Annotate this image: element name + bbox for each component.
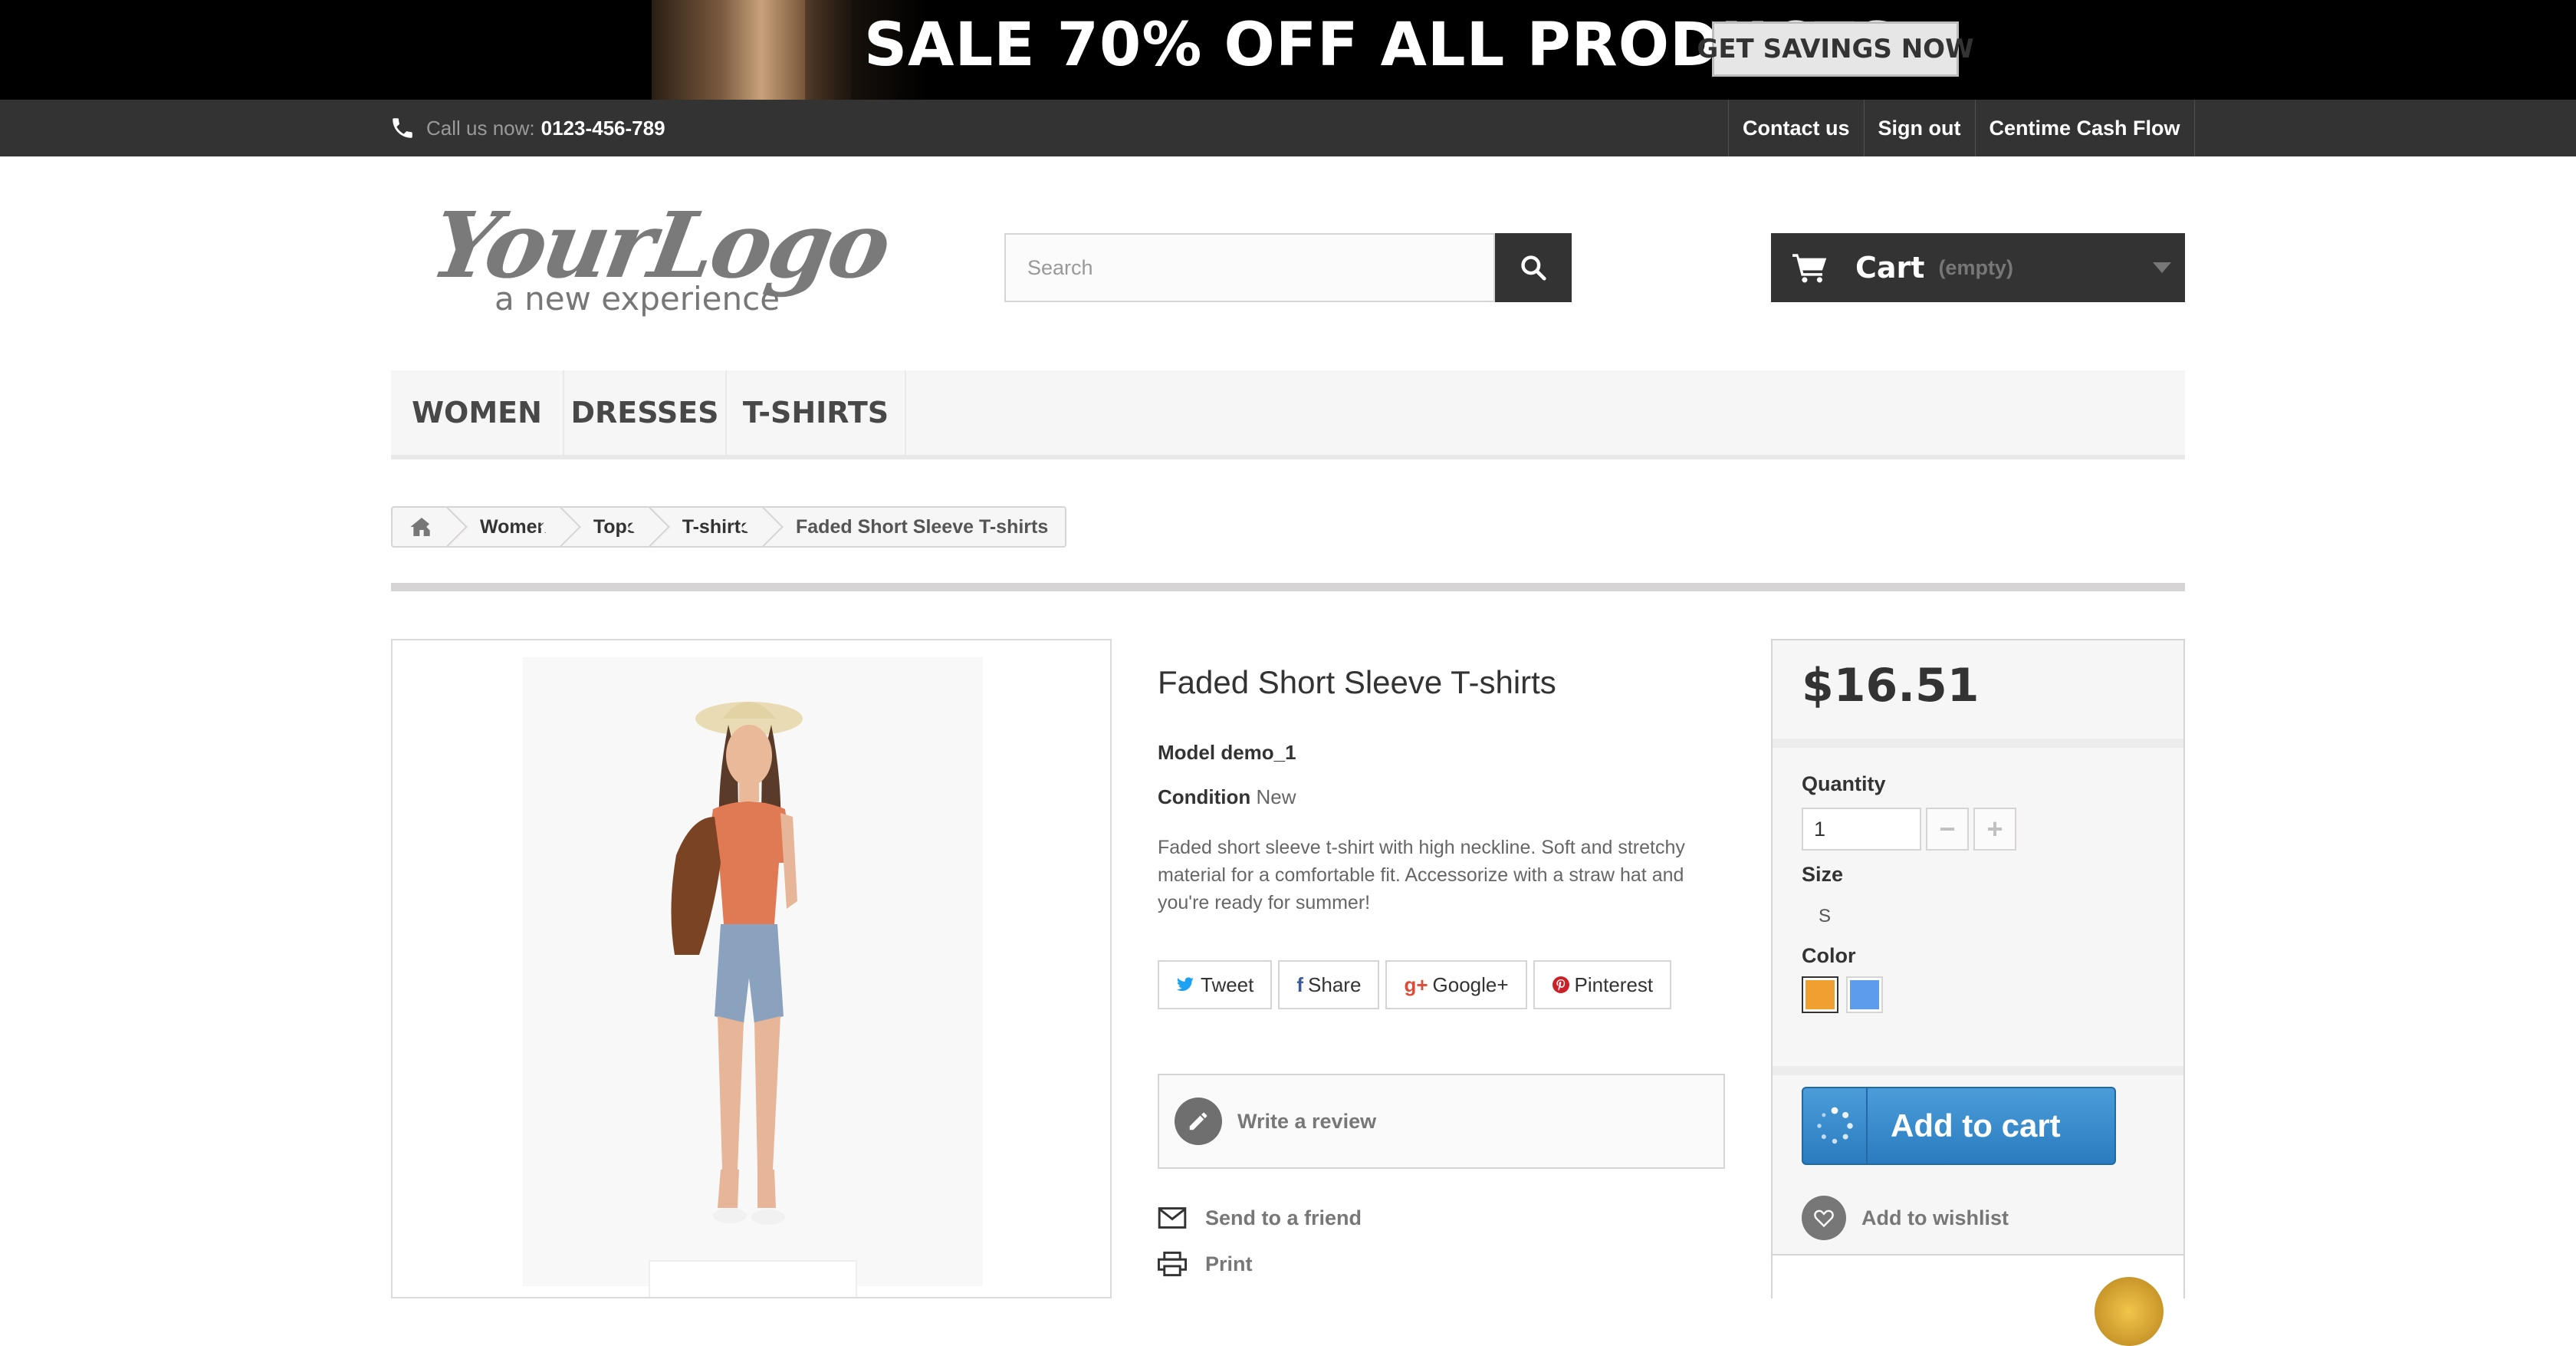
phone-icon [393,118,412,138]
send-to-friend-link[interactable]: Send to a friend [1158,1203,1362,1233]
product-description: Faded short sleeve t-shirt with high nec… [1158,837,1685,913]
cart-icon [1792,254,1827,283]
breadcrumb-home[interactable] [393,508,452,546]
home-icon [410,518,433,536]
menu-item-women[interactable]: WOMEN [391,370,564,455]
site-logo[interactable]: YourLogo a new experience [424,192,896,322]
menu-item-dresses[interactable]: DRESSES [564,370,727,455]
color-swatch-orange[interactable] [1802,976,1838,1013]
contact-us-link[interactable]: Contact us [1729,100,1865,156]
facebook-share-button[interactable]: f Share [1278,960,1380,1009]
twitter-icon [1176,977,1194,991]
search-input[interactable]: Search [1004,233,1495,302]
loading-spinner-icon [1803,1088,1868,1163]
write-review-box[interactable]: Write a review [1158,1074,1725,1169]
pinterest-icon [1552,976,1569,993]
call-us: Call us now: 0123-456-789 [389,109,665,147]
tweet-button[interactable]: Tweet [1158,960,1273,1009]
cart-label: Cart [1855,251,1925,285]
googleplus-icon: g+ [1404,972,1428,996]
printer-icon [1158,1251,1187,1277]
product-price: $16.51 [1802,659,1980,712]
image-thumbnail-tab[interactable] [649,1260,857,1297]
share-buttons: Tweet f Share g+ Google+ Pinterest [1158,960,1672,1009]
quantity-increase-button[interactable]: + [1973,808,2016,851]
quantity-input[interactable]: 1 [1802,808,1921,851]
model-label: Model [1158,741,1216,764]
add-to-cart-button[interactable]: Add to cart [1802,1087,2116,1165]
breadcrumb-current: Faded Short Sleeve T-shirts [796,515,1049,538]
chevron-down-icon [2153,262,2171,273]
add-to-wishlist-link[interactable]: Add to wishlist [1802,1196,2009,1240]
main-menu: WOMEN DRESSES T-SHIRTS [391,370,2185,459]
buy-box: $16.51 Quantity 1 − + Size S Color Add t… [1771,639,2185,1346]
share-label: Share [1308,972,1362,996]
cart-button[interactable]: Cart (empty) [1771,233,2185,302]
breadcrumb-tshirts[interactable]: T-shirts [655,508,768,546]
product-model: Model demo_1 [1158,741,1296,765]
search-button[interactable] [1495,233,1572,302]
breadcrumb-women[interactable]: Women [452,508,566,546]
search-icon [1521,255,1546,281]
quantity-decrease-button[interactable]: − [1926,808,1969,851]
color-label: Color [1802,944,1856,967]
googleplus-label: Google+ [1432,972,1509,996]
print-link[interactable]: Print [1158,1249,1253,1279]
cart-status: (empty) [1938,255,2013,279]
quantity-label: Quantity [1802,772,1886,795]
envelope-icon [1158,1207,1187,1229]
model-value: demo_1 [1221,741,1296,764]
color-swatch-blue[interactable] [1846,976,1883,1013]
menu-item-tshirts[interactable]: T-SHIRTS [727,370,906,455]
trust-seal-badge [2095,1277,2164,1346]
tweet-label: Tweet [1201,972,1254,996]
print-label: Print [1205,1252,1253,1275]
phone-number: 0123-456-789 [540,116,665,140]
account-links: Contact us Sign out Centime Cash Flow [1728,100,2195,156]
product-photo [671,702,803,1225]
send-to-friend-label: Send to a friend [1205,1206,1362,1229]
product-condition: Condition New [1158,785,1296,809]
googleplus-button[interactable]: g+ Google+ [1385,960,1527,1009]
heart-icon [1802,1196,1846,1240]
size-label: Size [1802,863,1844,886]
pinterest-label: Pinterest [1574,972,1654,996]
breadcrumb: Women Tops T-shirts Faded Short Sleeve T… [391,506,1067,548]
divider [391,583,2185,591]
write-review-label: Write a review [1237,1109,1377,1133]
product-image[interactable] [391,639,1112,1298]
call-label: Call us now: [426,116,535,140]
sign-out-link[interactable]: Sign out [1865,100,1976,156]
add-to-cart-label: Add to cart [1891,1107,2061,1144]
condition-label: Condition [1158,785,1251,808]
facebook-icon: f [1296,972,1304,996]
product-title: Faded Short Sleeve T-shirts [1158,664,1556,700]
size-value[interactable]: S [1819,906,1831,927]
logo-tagline: a new experience [495,280,780,318]
pinterest-button[interactable]: Pinterest [1533,960,1672,1009]
add-to-wishlist-label: Add to wishlist [1861,1206,2009,1229]
pencil-icon [1175,1098,1222,1145]
condition-value: New [1256,785,1296,808]
promo-banner[interactable]: SALE 70% OFF ALL PRODUCTS GET SAVINGS NO… [0,0,2576,100]
account-name-link[interactable]: Centime Cash Flow [1976,100,2195,156]
get-savings-button[interactable]: GET SAVINGS NOW [1697,21,1974,77]
